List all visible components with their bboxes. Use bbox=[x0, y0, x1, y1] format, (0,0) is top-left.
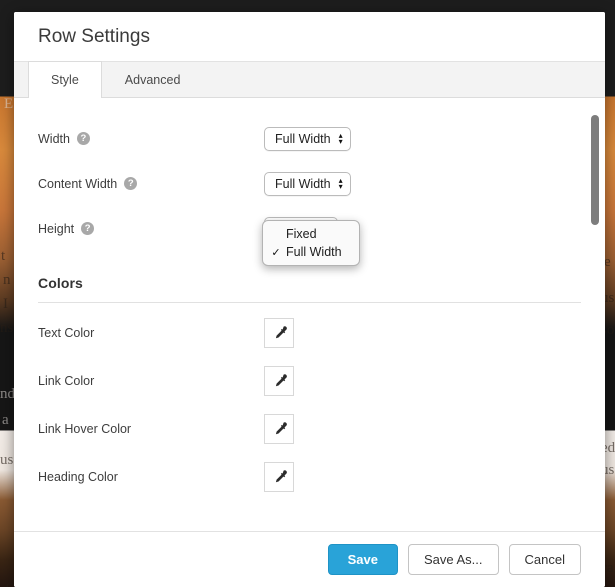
backdrop-text: n bbox=[3, 272, 11, 288]
tab-advanced[interactable]: Advanced bbox=[102, 61, 204, 97]
backdrop-text: ns bbox=[0, 320, 14, 336]
field-label-text: Content Width bbox=[38, 176, 118, 191]
save-as-button[interactable]: Save As... bbox=[407, 544, 499, 575]
color-row-label: Heading Color bbox=[38, 470, 118, 484]
backdrop-text: t bbox=[1, 248, 6, 264]
row-settings-dialog: Row Settings Style Advanced Width? Full Wi… bbox=[14, 12, 605, 587]
field-label: Height? bbox=[38, 222, 264, 236]
eyedropper-icon[interactable] bbox=[264, 462, 294, 492]
backdrop-text: a bbox=[2, 412, 9, 428]
chevron-updown-icon: ▴▾ bbox=[338, 175, 343, 191]
dropdown-option[interactable]: ✓ Full Width bbox=[263, 243, 359, 261]
color-row-label: Link Color bbox=[38, 374, 95, 388]
cancel-button[interactable]: Cancel bbox=[508, 544, 581, 575]
color-row: Link Hover Color bbox=[38, 405, 581, 453]
colors-container: Text Color Link Color Link Hover Color Head… bbox=[38, 309, 581, 501]
field-row: Content Width? Full Width ▴ ▾ bbox=[38, 161, 581, 206]
help-question-icon[interactable]: ? bbox=[124, 177, 138, 190]
color-row: Text Color bbox=[38, 309, 581, 357]
dropdown-option-label: Full Width bbox=[286, 245, 342, 259]
backdrop-text: nd bbox=[0, 386, 15, 402]
color-row-label: Link Hover Color bbox=[38, 422, 132, 436]
dialog-body: Width? Full Width ▴ ▾ Content Width? Full Wid… bbox=[14, 98, 605, 531]
scrollbar-thumb[interactable] bbox=[591, 115, 599, 225]
color-row: Link Color bbox=[38, 357, 581, 405]
dialog-header: Row Settings bbox=[14, 12, 605, 62]
select-value: Full Width bbox=[275, 176, 331, 191]
help-question-icon[interactable]: ? bbox=[76, 132, 90, 145]
save-button[interactable]: Save bbox=[327, 544, 398, 575]
select-value: Full Width bbox=[275, 131, 331, 146]
tab-bar: Style Advanced bbox=[14, 61, 605, 98]
width-dropdown-menu[interactable]: Fixed ✓ Full Width bbox=[262, 220, 360, 266]
backdrop-text: us bbox=[0, 452, 14, 468]
settings-scroll-area: Width? Full Width ▴ ▾ Content Width? Full Wid… bbox=[14, 98, 605, 531]
field-label-text: Width bbox=[38, 131, 70, 146]
select-width[interactable]: Full Width ▴ ▾ bbox=[264, 126, 351, 151]
backdrop-text: I bbox=[3, 296, 8, 312]
dialog-footer: Save Save As... Cancel bbox=[14, 531, 605, 587]
color-row-label: Text Color bbox=[38, 326, 95, 340]
select-content-width[interactable]: Full Width ▴ ▾ bbox=[264, 171, 351, 196]
eyedropper-icon[interactable] bbox=[264, 366, 294, 396]
field-label-text: Height bbox=[38, 221, 75, 236]
page-title: Row Settings bbox=[38, 25, 150, 47]
backdrop-text: e bbox=[604, 254, 611, 270]
dropdown-option[interactable]: Fixed bbox=[263, 225, 359, 243]
eyedropper-icon[interactable] bbox=[264, 414, 294, 444]
help-question-icon[interactable]: ? bbox=[81, 222, 95, 235]
color-row: Heading Color bbox=[38, 453, 581, 501]
field-row: Width? Full Width ▴ ▾ bbox=[38, 116, 581, 161]
dropdown-option-label: Fixed bbox=[286, 227, 317, 241]
chevron-updown-icon: ▴▾ bbox=[338, 130, 343, 146]
tab-style[interactable]: Style bbox=[28, 61, 102, 98]
scrollbar-track[interactable] bbox=[591, 106, 599, 523]
field-label: Width? bbox=[38, 132, 264, 146]
field-label: Content Width? bbox=[38, 177, 264, 191]
colors-section-heading: Colors bbox=[38, 275, 83, 291]
section-divider bbox=[38, 302, 581, 303]
backdrop-text: E bbox=[4, 96, 14, 112]
checkmark-icon: ✓ bbox=[271, 246, 281, 259]
eyedropper-icon[interactable] bbox=[264, 318, 294, 348]
